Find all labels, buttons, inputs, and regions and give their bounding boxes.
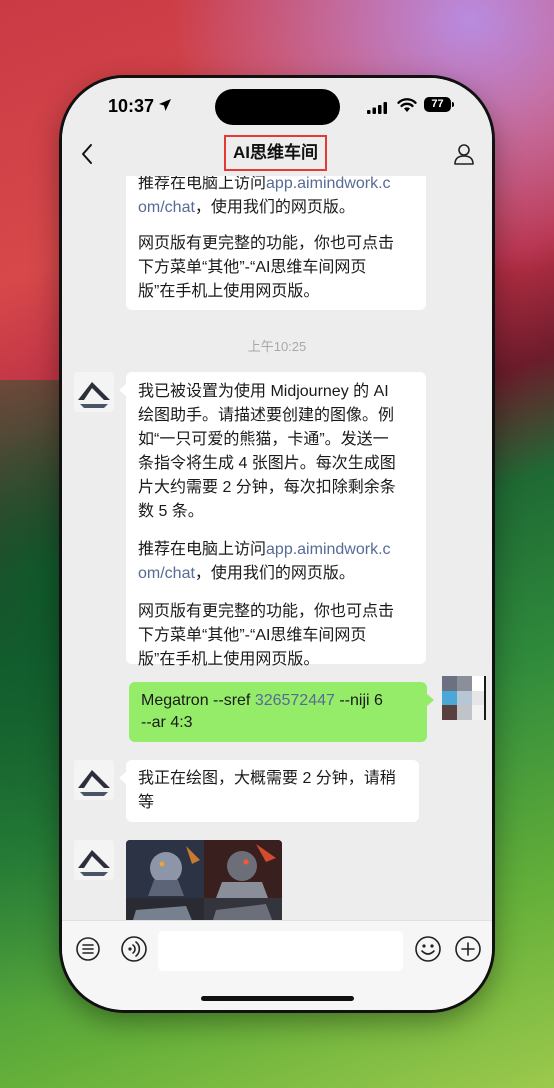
- message-line: 绘图助手。请描述要创建的图像。例: [138, 407, 395, 424]
- message-line: --ar 4:3: [141, 714, 193, 731]
- link-text[interactable]: app.aimindwork.c: [266, 176, 391, 192]
- message-line: 推荐在电脑上访问app.aimindwork.c: [138, 176, 391, 192]
- message-line: 版”在手机上使用网页版。: [138, 651, 320, 668]
- message-line: Megatron --sref 326572447 --niji 6: [141, 692, 383, 709]
- generated-image-grid[interactable]: [126, 840, 282, 920]
- link-text[interactable]: om/chat: [138, 199, 195, 216]
- message-line: 网页版有更完整的功能，你也可点击: [138, 603, 395, 620]
- message-input[interactable]: [158, 931, 403, 971]
- message-line: 我正在绘图，大概需要 2 分钟，请稍: [138, 770, 396, 787]
- plus-circle-icon[interactable]: [454, 935, 482, 963]
- robot-artwork-image: [126, 840, 282, 920]
- message-bubble[interactable]: 我正在绘图，大概需要 2 分钟，请稍 等: [126, 760, 419, 822]
- message-bubble[interactable]: 推荐在电脑上访问app.aimindwork.c om/chat，使用我们的网页…: [126, 176, 426, 310]
- message-line: om/chat，使用我们的网页版。: [138, 565, 355, 582]
- message-line: om/chat，使用我们的网页版。: [138, 199, 355, 216]
- title-highlight-box: AI思维车间: [224, 135, 327, 171]
- message-line: 片大约需要 2 分钟，每次扣除剩余条: [138, 479, 396, 496]
- message-line: 下方菜单“其他”-“AI思维车间网页: [138, 627, 367, 644]
- message-line: 如“一只可爱的熊猫，卡通”。发送一: [138, 431, 389, 448]
- nav-bar: AI思维车间: [62, 132, 492, 177]
- battery-nub: [452, 102, 454, 107]
- voice-icon[interactable]: [120, 935, 148, 963]
- message-line: 我已被设置为使用 Midjourney 的 AI: [138, 383, 389, 400]
- message-bubble[interactable]: 我已被设置为使用 Midjourney 的 AI 绘图助手。请描述要创建的图像。…: [126, 372, 426, 668]
- bubble-tail: [119, 772, 126, 784]
- chevron-left-icon[interactable]: [76, 142, 100, 166]
- message-line: 版”在手机上使用网页版。: [138, 283, 320, 300]
- person-icon[interactable]: [452, 142, 476, 166]
- link-text[interactable]: om/chat: [138, 565, 195, 582]
- bot-logo-icon: [74, 840, 114, 880]
- chat-area[interactable]: 推荐在电脑上访问app.aimindwork.c om/chat，使用我们的网页…: [62, 176, 492, 920]
- message-line: 数 5 条。: [138, 503, 204, 520]
- location-arrow-icon: [159, 99, 171, 111]
- bubble-tail: [119, 384, 126, 396]
- list-icon[interactable]: [74, 935, 102, 963]
- timestamp: 上午10:25: [247, 339, 307, 354]
- battery-indicator: 77: [424, 97, 451, 112]
- message-line: 条指令将生成 4 张图片。每次生成图: [138, 455, 396, 472]
- bot-avatar[interactable]: [74, 372, 114, 412]
- status-bar: 10:37 77: [62, 78, 492, 132]
- user-message-bubble[interactable]: Megatron --sref 326572447 --niji 6 --ar …: [129, 682, 427, 742]
- sref-number: 326572447: [254, 692, 335, 709]
- wifi-icon: [397, 98, 417, 112]
- emoji-icon[interactable]: [414, 935, 442, 963]
- status-time: 10:37: [108, 96, 155, 116]
- message-line: 网页版有更完整的功能，你也可点击: [138, 235, 395, 252]
- link-text[interactable]: app.aimindwork.c: [266, 541, 391, 558]
- user-avatar[interactable]: [442, 676, 486, 720]
- cellular-signal-icon: [367, 102, 387, 114]
- message-line: 等: [138, 794, 155, 811]
- bubble-tail: [427, 694, 434, 706]
- bot-avatar[interactable]: [74, 760, 114, 800]
- phone-frame: 10:37 77 AI思维车间 推荐在电脑上访问app.aimindwork.c…: [62, 78, 492, 1010]
- message-line: 下方菜单“其他”-“AI思维车间网页: [138, 259, 367, 276]
- dynamic-island: [215, 89, 340, 125]
- home-indicator[interactable]: [201, 996, 354, 1001]
- message-line: 推荐在电脑上访问app.aimindwork.c: [138, 541, 391, 558]
- bot-logo-icon: [74, 372, 114, 412]
- chat-title: AI思维车间: [233, 143, 318, 162]
- bot-logo-icon: [74, 760, 114, 800]
- bot-avatar[interactable]: [74, 840, 114, 880]
